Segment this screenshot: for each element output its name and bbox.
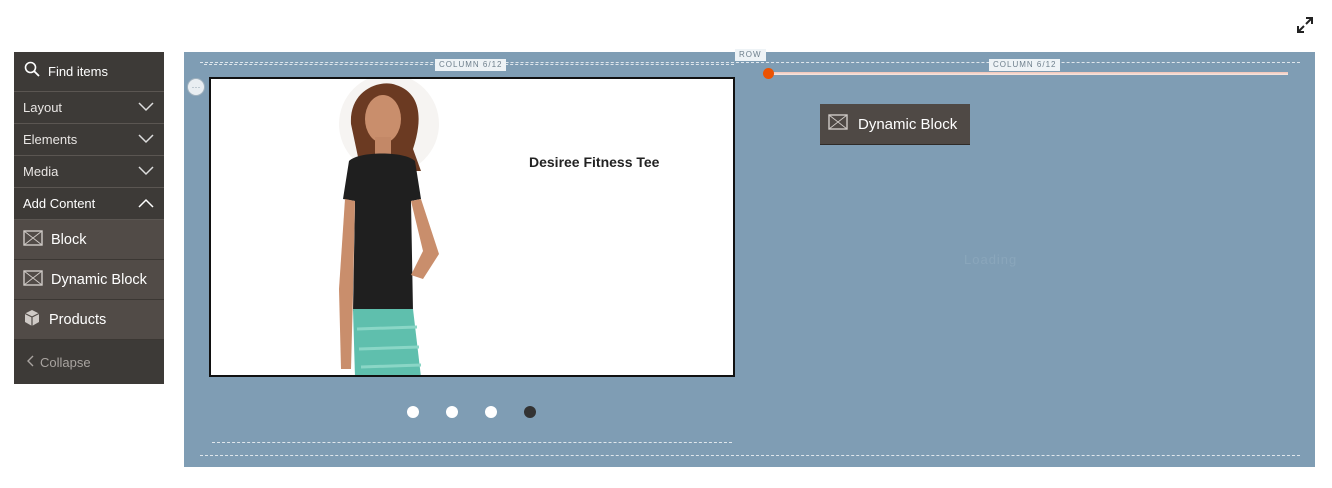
panel-item-label: Dynamic Block: [51, 271, 147, 288]
section-add-content[interactable]: Add Content: [14, 188, 164, 220]
find-items-label: Find items: [48, 64, 108, 79]
options-handle[interactable]: ···: [187, 78, 205, 96]
collapse-label: Collapse: [40, 354, 91, 370]
loading-ghost-text: Loading: [964, 252, 1018, 267]
dynamic-block-icon: [828, 114, 848, 134]
dynamic-block-icon: [23, 269, 43, 290]
section-label: Add Content: [23, 196, 96, 211]
slider-navigation: [407, 406, 536, 418]
product-title: Desiree Fitness Tee: [529, 154, 660, 170]
chevron-down-icon: [138, 100, 154, 115]
collapse-panel-button[interactable]: Collapse: [14, 340, 164, 384]
slide-preview[interactable]: Desiree Fitness Tee: [209, 77, 735, 377]
page-builder-stage: ROW COLUMN 6/12 COLUMN 6/12 ··· Desiree …: [184, 49, 1315, 467]
section-label: Elements: [23, 132, 78, 147]
slider-dot-1[interactable]: [407, 406, 419, 418]
section-label: Media: [23, 164, 59, 179]
slider-dot-3[interactable]: [485, 406, 497, 418]
slider-dot-4-active[interactable]: [524, 406, 536, 418]
dynamic-block-element[interactable]: Dynamic Block: [820, 104, 970, 145]
chevron-up-icon: [138, 196, 154, 211]
divider-line: [768, 72, 1288, 75]
products-icon: [23, 309, 41, 331]
section-media[interactable]: Media: [14, 156, 164, 188]
product-photo: [271, 79, 471, 375]
section-label: Layout: [23, 100, 63, 115]
divider-handle[interactable]: [763, 68, 774, 79]
chevron-down-icon: [138, 132, 154, 147]
dynamic-block-label: Dynamic Block: [858, 115, 958, 133]
find-items-search[interactable]: Find items: [14, 52, 164, 92]
chevron-down-icon: [138, 164, 154, 179]
chevron-left-icon: [26, 355, 34, 370]
panel-item-block[interactable]: Block: [14, 220, 164, 260]
right-column-tag[interactable]: COLUMN 6/12: [989, 59, 1061, 71]
left-column-tag[interactable]: COLUMN 6/12: [435, 59, 507, 71]
left-column-outline-bottom: [212, 442, 732, 443]
panel-item-label: Products: [49, 311, 107, 328]
search-icon: [24, 61, 40, 82]
fullscreen-icon[interactable]: [1296, 16, 1314, 34]
block-icon: [23, 229, 43, 250]
panel-item-label: Block: [51, 231, 87, 248]
section-elements[interactable]: Elements: [14, 124, 164, 156]
panel-item-products[interactable]: Products: [14, 300, 164, 340]
row-outline-bottom: [200, 455, 1300, 456]
slider-dot-2[interactable]: [446, 406, 458, 418]
content-panel: Find items Layout Elements Media Add Con…: [14, 52, 164, 384]
section-layout[interactable]: Layout: [14, 92, 164, 124]
panel-item-dynamic-block[interactable]: Dynamic Block: [14, 260, 164, 300]
row-tag[interactable]: ROW: [735, 49, 766, 61]
row-outline: [200, 62, 1300, 63]
